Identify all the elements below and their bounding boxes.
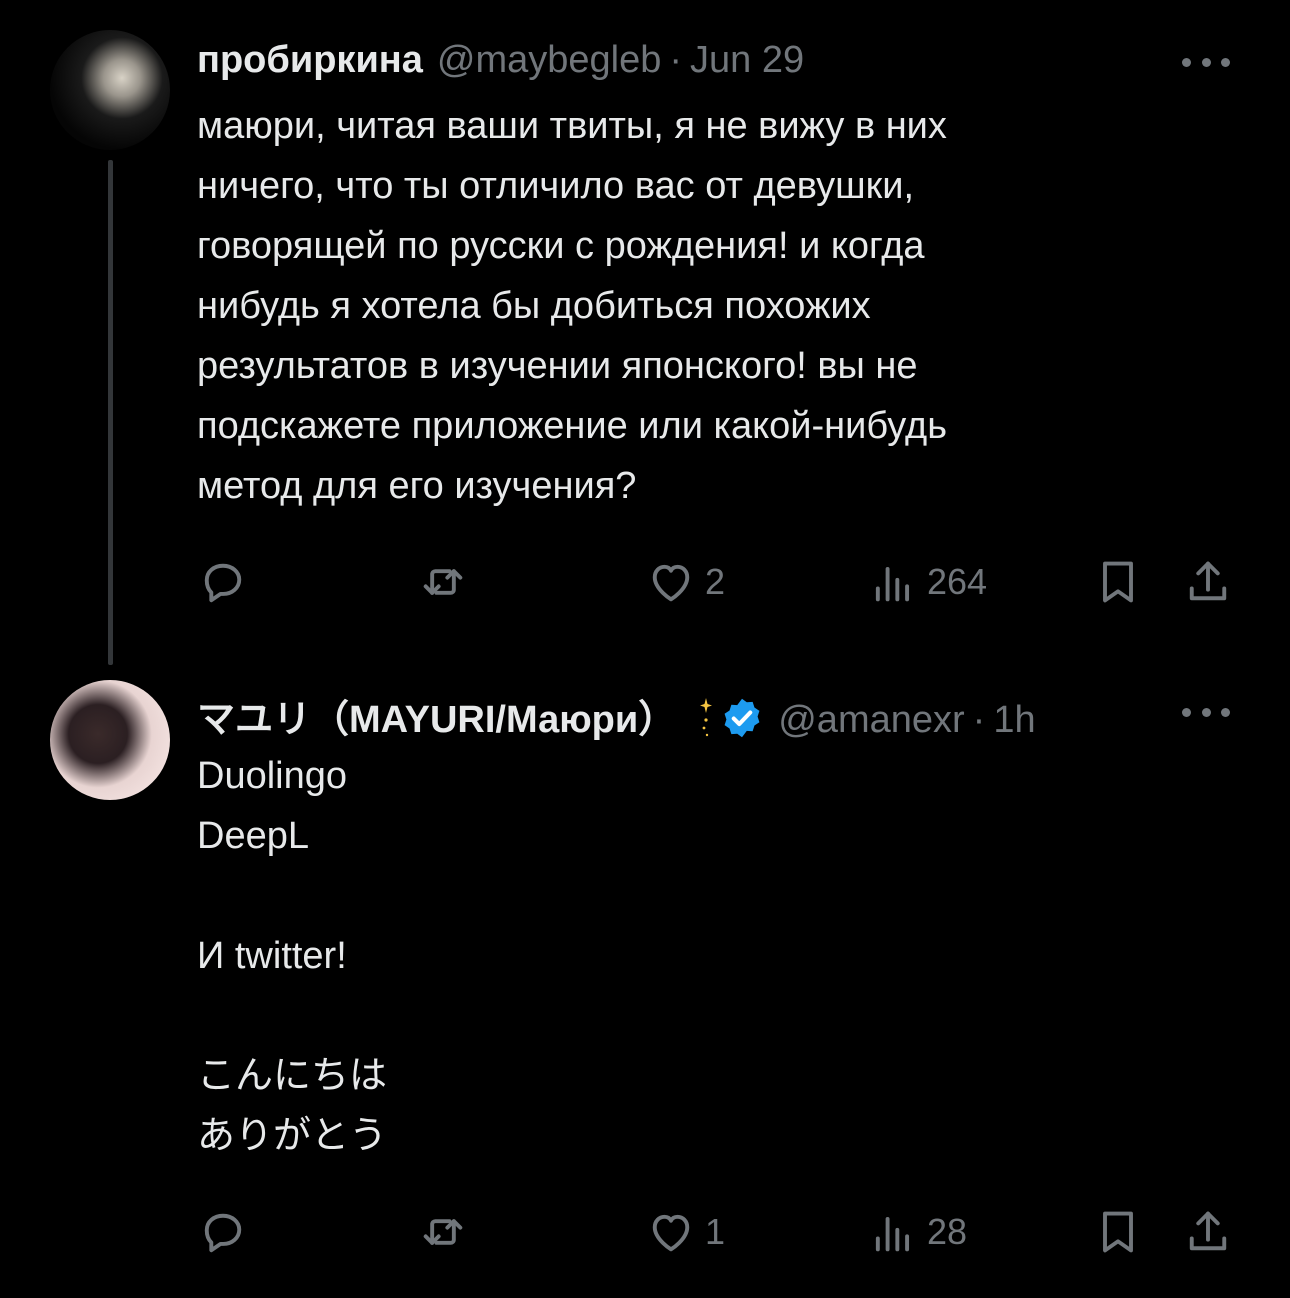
more-horizontal-icon[interactable] — [1182, 52, 1230, 72]
text-line — [197, 986, 1237, 1046]
text-line: маюри, читая ваши твиты, я не вижу в них — [197, 105, 947, 147]
more-horizontal-icon[interactable] — [1182, 702, 1230, 722]
retweet-icon — [423, 569, 463, 595]
share-icon — [1189, 1211, 1227, 1251]
author-name[interactable]: пробиркина — [197, 38, 423, 82]
tweet-text: маюри, читая ваши твиты, я не вижу в них… — [197, 96, 1237, 516]
bookmark-icon — [1103, 1211, 1133, 1253]
author-handle[interactable]: @amanexr — [778, 698, 964, 742]
author-handle[interactable]: @maybegleb — [437, 38, 661, 82]
text-line: Duolingo — [197, 755, 347, 797]
like-count: 2 — [705, 561, 726, 602]
heart-icon — [652, 564, 690, 602]
sparkle-icon — [698, 698, 714, 738]
text-line: метод для его изучения? — [197, 465, 637, 507]
tweet-header: пробиркина @maybegleb · Jun 29 — [197, 38, 804, 82]
view-count: 264 — [927, 561, 988, 602]
thread-line — [108, 160, 113, 665]
text-line: говорящей по русски с рождения! и когда — [197, 225, 925, 267]
views-icon — [875, 1217, 910, 1252]
bookmark-icon — [1103, 561, 1133, 603]
avatar[interactable] — [50, 30, 170, 150]
text-line: ありがとう — [197, 1115, 388, 1157]
retweet-icon — [423, 1219, 463, 1245]
retweet-button[interactable] — [417, 1202, 477, 1262]
separator-dot: · — [972, 699, 986, 741]
views-button[interactable]: 28 — [867, 1202, 967, 1262]
author-name[interactable]: マユリ（MAYURI/Маюри） — [197, 698, 676, 742]
reply-icon — [204, 1213, 242, 1253]
avatar[interactable] — [50, 680, 170, 800]
separator-dot: · — [669, 39, 683, 81]
bookmark-button[interactable] — [1092, 1202, 1144, 1262]
text-line — [197, 866, 1237, 926]
text-line: результатов в изучении японского! вы не — [197, 345, 918, 387]
reply-button[interactable] — [197, 552, 257, 612]
tweet[interactable]: マユリ（MAYURI/Маюри） @amanexr · 1h Duolingo… — [0, 660, 1290, 1298]
like-count: 1 — [705, 1211, 726, 1252]
views-icon — [875, 567, 910, 602]
text-line: ничего, что ты отличило вас от девушки, — [197, 165, 915, 207]
text-line: こんにちは — [197, 1055, 388, 1097]
text-line: И twitter! — [197, 935, 347, 977]
reply-button[interactable] — [197, 1202, 257, 1262]
text-line: DeepL — [197, 815, 309, 857]
share-button[interactable] — [1182, 552, 1234, 612]
timestamp[interactable]: Jun 29 — [690, 38, 804, 82]
action-bar: 1 28 — [197, 1202, 1242, 1262]
text-line: нибудь я хотела бы добиться похожих — [197, 285, 871, 327]
views-button[interactable]: 264 — [867, 552, 987, 612]
bookmark-button[interactable] — [1092, 552, 1144, 612]
action-bar: 2 264 — [197, 552, 1242, 612]
retweet-button[interactable] — [417, 552, 477, 612]
share-icon — [1189, 561, 1227, 601]
verified-badge-icon[interactable] — [720, 696, 764, 740]
share-button[interactable] — [1182, 1202, 1234, 1262]
timestamp[interactable]: 1h — [993, 698, 1035, 742]
tweet-text: Duolingo DeepL И twitter! こんにちは ありがとう — [197, 746, 1237, 1166]
text-line: подскажете приложение или какой-нибудь — [197, 405, 947, 447]
like-button[interactable]: 1 — [645, 1202, 725, 1262]
view-count: 28 — [927, 1211, 968, 1252]
like-button[interactable]: 2 — [645, 552, 725, 612]
reply-icon — [204, 563, 242, 603]
tweet-header: マユリ（MAYURI/Маюри） @amanexr · 1h — [197, 688, 1036, 742]
tweet[interactable]: пробиркина @maybegleb · Jun 29 маюри, чи… — [0, 0, 1290, 665]
heart-icon — [652, 1214, 690, 1252]
